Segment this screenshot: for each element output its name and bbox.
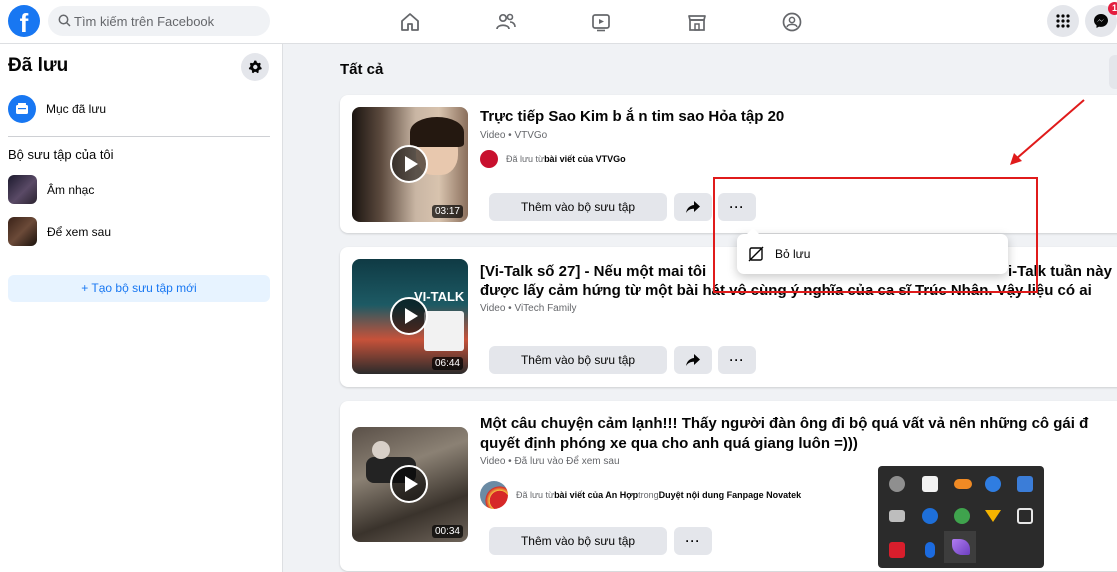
post-title[interactable]: Trực tiếp Sao Kim b ắ n tim sao Hỏa tập … [480,106,784,127]
collection-label: Âm nhạc [47,182,95,197]
saved-from-prefix: Đã lưu từ [516,490,555,500]
post-meta: Video • Đã lưu vào Để xem sau [480,456,620,467]
divider [8,136,270,137]
play-icon[interactable] [390,297,428,335]
video-thumbnail[interactable]: 00:34 [352,427,468,542]
saved-from-prefix: Đã lưu từ [506,154,545,164]
friends-icon[interactable] [494,10,518,34]
saved-sidebar: Đã lưu Mục đã lưu Bộ sưu tập của tôi Âm … [0,44,283,572]
collection-thumbnail [8,217,37,246]
video-duration: 03:17 [431,205,463,218]
top-navigation-bar: f 1 [0,0,1117,44]
video-duration: 00:34 [431,525,463,538]
collection-thumbnail [8,175,37,204]
video-duration: 06:44 [431,357,463,370]
add-to-collection-button[interactable]: Thêm vào bộ sưu tập [489,193,667,221]
post-title-line-1[interactable]: [Vi-Talk số 27] - Nếu một mai tôi [480,261,706,282]
source-avatar[interactable] [480,150,498,168]
search-box[interactable] [48,6,270,36]
menu-grid-icon[interactable] [1047,5,1079,37]
watch-video-icon[interactable] [589,10,613,34]
play-icon[interactable] [390,145,428,183]
settings-gear-icon[interactable] [241,53,269,81]
annotation-highlight-box [713,177,1038,293]
play-icon[interactable] [390,465,428,503]
search-icon [58,14,71,27]
post-meta: Video • ViTech Family [480,303,577,314]
download-app-icon[interactable] [985,510,1001,522]
page-title: Tất cả [340,61,384,78]
more-options-button[interactable]: ··· [718,346,756,374]
saved-from-group[interactable]: Duyệt nội dung Fanpage Novatek [659,490,802,500]
calendar-app-icon[interactable] [922,476,938,492]
notification-badge: 1 [1108,2,1117,15]
post-title-line-2[interactable]: quyết định phóng xe qua cho anh quá gian… [480,433,858,454]
video-thumbnail[interactable]: 03:17 [352,107,468,222]
source-avatar[interactable] [480,481,508,509]
marketplace-icon[interactable] [685,10,709,34]
thumbnail-rider [372,441,390,459]
share-button[interactable] [674,346,712,374]
sidebar-item-label: Mục đã lưu [46,102,107,116]
add-to-collection-button[interactable]: Thêm vào bộ sưu tập [489,527,667,555]
messenger-icon [1094,14,1108,28]
saved-from-mid: trong [638,490,659,500]
messenger-button[interactable]: 1 [1085,2,1117,37]
facebook-logo-icon[interactable]: f [8,5,40,37]
hidden-app-icon[interactable] [889,510,905,522]
collections-heading: Bộ sưu tập của tôi [8,147,114,162]
annotation-arrow [1010,99,1085,165]
screen-app-icon[interactable] [1017,508,1033,524]
more-options-button[interactable]: ··· [674,527,712,555]
saved-from-source[interactable]: bài viết của An Hợp [554,490,638,500]
home-icon[interactable] [398,10,422,34]
green-app-icon[interactable] [954,508,970,524]
saved-from-line: Đã lưu từ bài viết của An Hợp trong Duyệ… [480,481,801,509]
groups-icon[interactable] [780,10,804,34]
video-thumbnail[interactable]: VI-TALK 06:44 [352,259,468,374]
feather-app-icon[interactable] [952,539,970,555]
sidebar-item-watch-later-collection[interactable]: Để xem sau [8,217,111,246]
share-arrow-icon [686,354,700,366]
post-meta: Video • VTVGo [480,130,548,141]
saved-from-source[interactable]: bài viết của VTVGo [544,154,626,164]
page-options-button[interactable] [1109,55,1117,89]
search-input[interactable] [74,6,264,36]
saved-from-line: Đã lưu từ bài viết của VTVGo [480,150,626,168]
app-s-icon[interactable] [889,476,905,492]
sidebar-title: Đã lưu [8,55,69,76]
network-icon[interactable] [1017,476,1033,492]
pdf-app-icon[interactable] [889,542,905,558]
sidebar-item-saved-items[interactable]: Mục đã lưu [8,95,106,123]
bluetooth-icon[interactable] [925,542,935,558]
thumbnail-hair [410,117,464,147]
share-arrow-icon [686,201,700,213]
cloud-sync-icon[interactable] [954,479,972,489]
browser-icon[interactable] [985,476,1001,492]
create-collection-button[interactable]: + Tạo bộ sưu tập mới [8,275,270,302]
vpn-icon[interactable] [922,508,938,524]
add-to-collection-button[interactable]: Thêm vào bộ sưu tập [489,346,667,374]
share-button[interactable] [674,193,712,221]
bookmark-folder-icon [8,95,36,123]
sidebar-item-music-collection[interactable]: Âm nhạc [8,175,94,204]
post-title-line-1[interactable]: Một câu chuyện cảm lạnh!!! Thấy người đà… [480,413,1088,434]
collection-label: Để xem sau [47,224,112,239]
thumbnail-screen [424,311,464,351]
